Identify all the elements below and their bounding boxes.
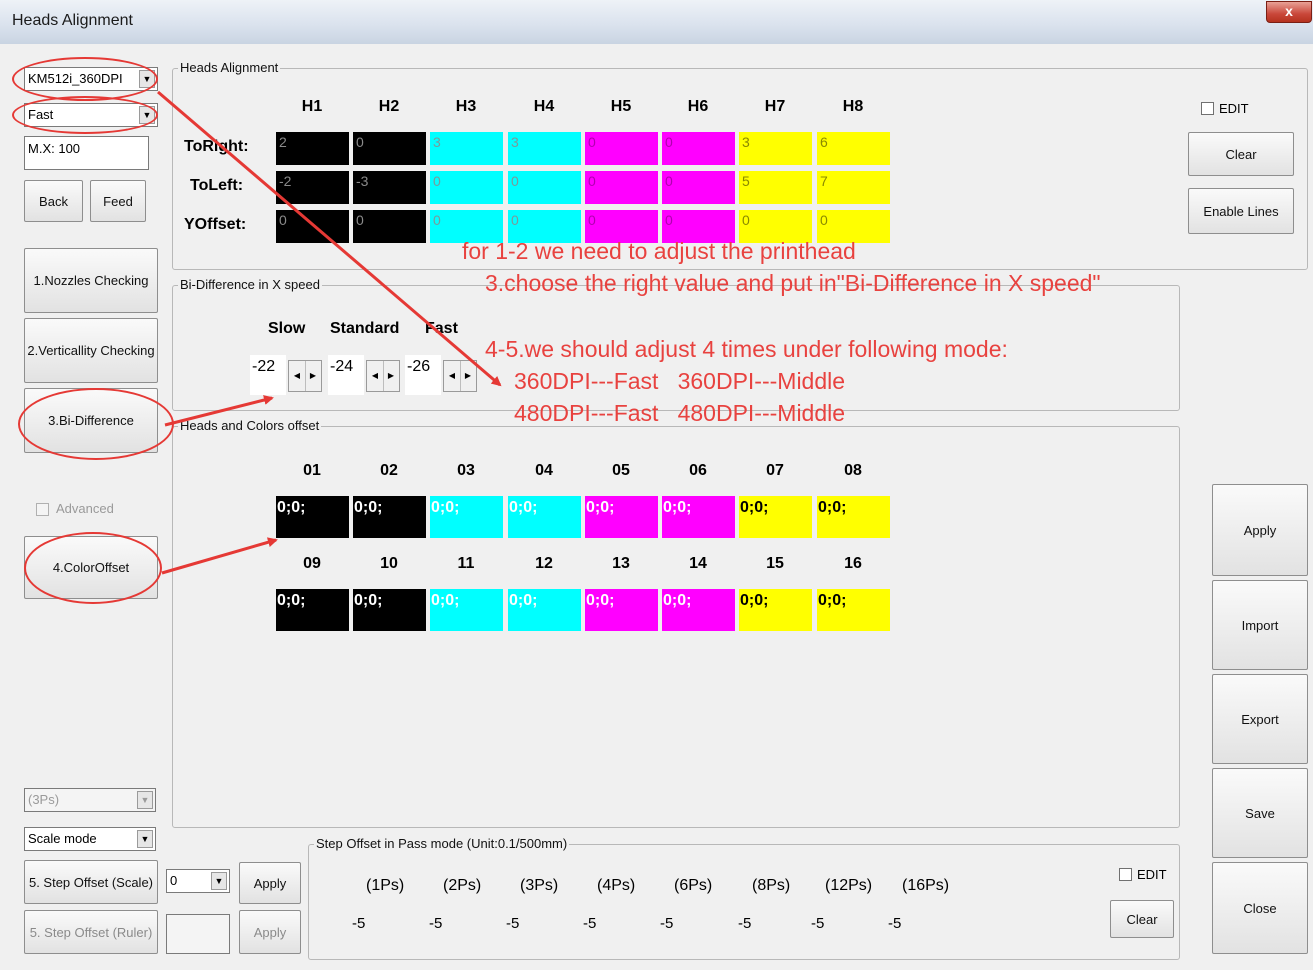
- annotation-circle-bidiff: [18, 388, 174, 460]
- annotation-text-4: 360DPI---Fast 360DPI---Middle: [514, 368, 846, 394]
- annotation-circle-head-select: [12, 57, 158, 101]
- annotation-text-1: for 1-2 we need to adjust the printhead: [462, 238, 856, 264]
- annotation-overlay: [157, 90, 502, 575]
- annotation-circle-speed-select: [12, 96, 158, 134]
- arrow-bidiff-to-slow: [164, 395, 274, 427]
- annotation-circle-coloroffset: [24, 532, 162, 604]
- annotation-arrows: [157, 90, 502, 575]
- arrow-coloroffset-to-grid: [161, 537, 278, 575]
- arrow-select-to-modes: [157, 90, 502, 387]
- annotation-text-5: 480DPI---Fast 480DPI---Middle: [514, 400, 846, 426]
- annotation-text-2: 3.choose the right value and put in"Bi-D…: [485, 270, 1101, 296]
- annotation-text-3: 4-5.we should adjust 4 times under follo…: [485, 336, 1008, 362]
